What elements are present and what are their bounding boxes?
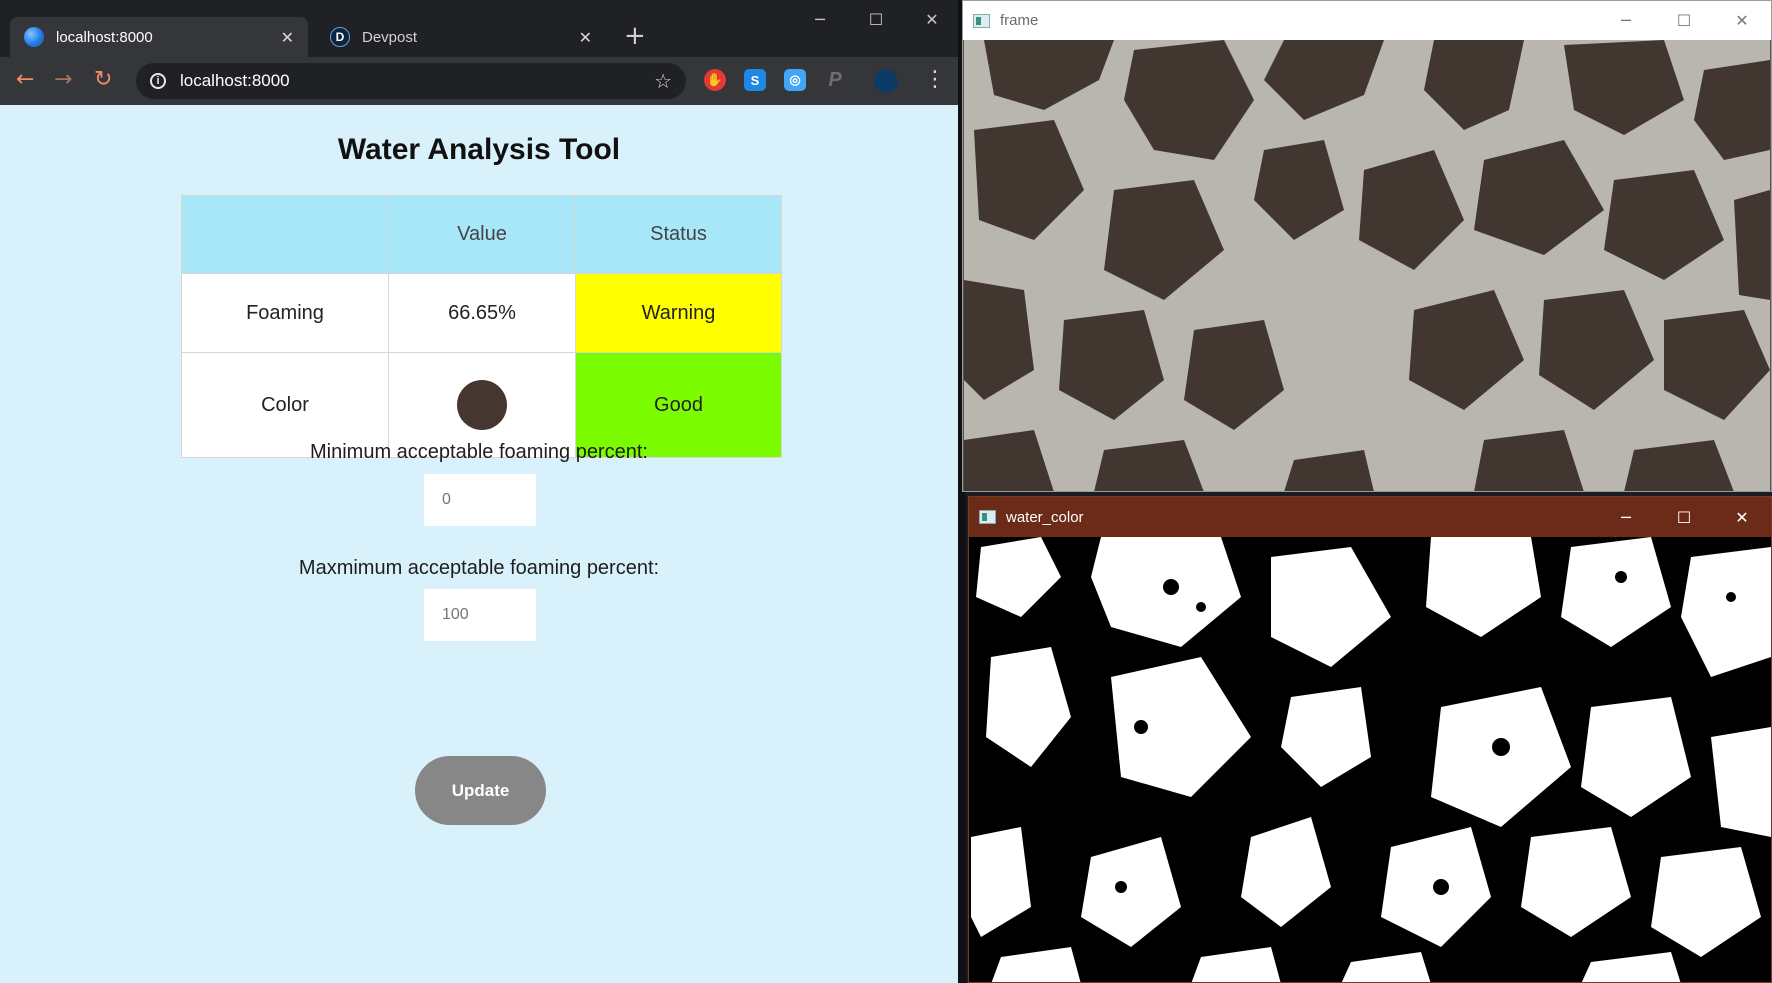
browser-window-controls: ─ ☐ ✕ bbox=[792, 0, 960, 38]
tab-title: Devpost bbox=[362, 28, 418, 46]
water-color-window-controls: ─ ☐ ✕ bbox=[1597, 497, 1771, 537]
water-color-swatch bbox=[457, 380, 507, 430]
max-foaming-label: Maxmimum acceptable foaming percent: bbox=[298, 557, 660, 579]
max-foaming-input[interactable] bbox=[424, 589, 536, 641]
water-color-mask-image bbox=[971, 537, 1771, 982]
frame-window-controls: ─ ☐ ✕ bbox=[1597, 1, 1771, 40]
minimize-icon[interactable]: ─ bbox=[1597, 1, 1655, 40]
foaming-status-badge: Warning bbox=[575, 273, 782, 353]
header-status: Status bbox=[575, 195, 782, 274]
kebab-menu-icon[interactable]: ⋮ bbox=[924, 69, 946, 91]
min-foaming-input[interactable] bbox=[424, 474, 536, 526]
info-icon[interactable]: i bbox=[150, 73, 166, 89]
water-color-window: water_color ─ ☐ ✕ bbox=[968, 496, 1772, 983]
new-tab-icon[interactable]: + bbox=[624, 22, 646, 50]
page-title: Water Analysis Tool bbox=[337, 133, 621, 166]
hand-stop-extension-icon[interactable]: ✋ bbox=[704, 69, 726, 91]
min-foaming-label: Minimum acceptable foaming percent: bbox=[310, 441, 648, 463]
frame-titlebar[interactable]: frame ─ ☐ ✕ bbox=[963, 1, 1771, 40]
water-color-window-title: water_color bbox=[1006, 508, 1084, 526]
tab-localhost[interactable]: localhost:8000 ✕ bbox=[10, 17, 308, 57]
foam-camera-image bbox=[964, 40, 1770, 491]
tab-devpost[interactable]: D Devpost ✕ bbox=[316, 17, 606, 57]
page-viewport: Water Analysis Tool Value Status Foaming… bbox=[0, 105, 958, 983]
tab-strip: localhost:8000 ✕ D Devpost ✕ + ─ ☐ ✕ bbox=[0, 0, 960, 57]
table-header-row: Value Status bbox=[181, 195, 782, 274]
frame-window: frame ─ ☐ ✕ bbox=[962, 0, 1772, 492]
update-button[interactable]: Update bbox=[415, 756, 546, 825]
browser-toolbar: ← → ↻ i localhost:8000 ☆ ✋ S ◎ P ⋮ bbox=[0, 57, 960, 105]
table-row-foaming: Foaming 66.65% Warning bbox=[181, 273, 782, 353]
url-text: localhost:8000 bbox=[180, 71, 290, 90]
close-tab-icon[interactable]: ✕ bbox=[579, 28, 592, 47]
devpost-d-icon: D bbox=[330, 27, 350, 47]
address-bar[interactable]: i localhost:8000 ☆ bbox=[136, 63, 686, 99]
results-table: Value Status Foaming 66.65% Warning Colo… bbox=[181, 195, 782, 458]
water-color-titlebar[interactable]: water_color ─ ☐ ✕ bbox=[969, 497, 1771, 537]
forward-arrow-icon[interactable]: → bbox=[54, 67, 72, 93]
close-icon[interactable]: ✕ bbox=[1713, 497, 1771, 537]
foaming-value: 66.65% bbox=[388, 273, 576, 353]
bookmark-star-icon[interactable]: ☆ bbox=[654, 69, 672, 93]
profile-avatar[interactable] bbox=[874, 69, 898, 93]
reload-icon[interactable]: ↻ bbox=[94, 67, 112, 93]
close-tab-icon[interactable]: ✕ bbox=[281, 28, 294, 47]
maximize-icon[interactable]: ☐ bbox=[848, 0, 904, 38]
close-icon[interactable]: ✕ bbox=[904, 0, 960, 38]
window-app-icon bbox=[973, 13, 990, 28]
back-arrow-icon[interactable]: ← bbox=[16, 67, 34, 93]
maximize-icon[interactable]: ☐ bbox=[1655, 1, 1713, 40]
frame-window-title: frame bbox=[1000, 12, 1039, 29]
header-empty-cell bbox=[181, 195, 389, 274]
globe-icon bbox=[24, 27, 44, 47]
header-value: Value bbox=[388, 195, 576, 274]
s-extension-icon[interactable]: S bbox=[744, 69, 766, 91]
close-icon[interactable]: ✕ bbox=[1713, 1, 1771, 40]
tab-title: localhost:8000 bbox=[56, 28, 153, 46]
window-app-icon bbox=[979, 510, 996, 524]
minimize-icon[interactable]: ─ bbox=[792, 0, 848, 38]
row-label-foaming: Foaming bbox=[181, 273, 389, 353]
browser-window: localhost:8000 ✕ D Devpost ✕ + ─ ☐ ✕ ← →… bbox=[0, 0, 960, 983]
maximize-icon[interactable]: ☐ bbox=[1655, 497, 1713, 537]
minimize-icon[interactable]: ─ bbox=[1597, 497, 1655, 537]
p-extension-icon[interactable]: P bbox=[824, 69, 846, 91]
circle-target-extension-icon[interactable]: ◎ bbox=[784, 69, 806, 91]
